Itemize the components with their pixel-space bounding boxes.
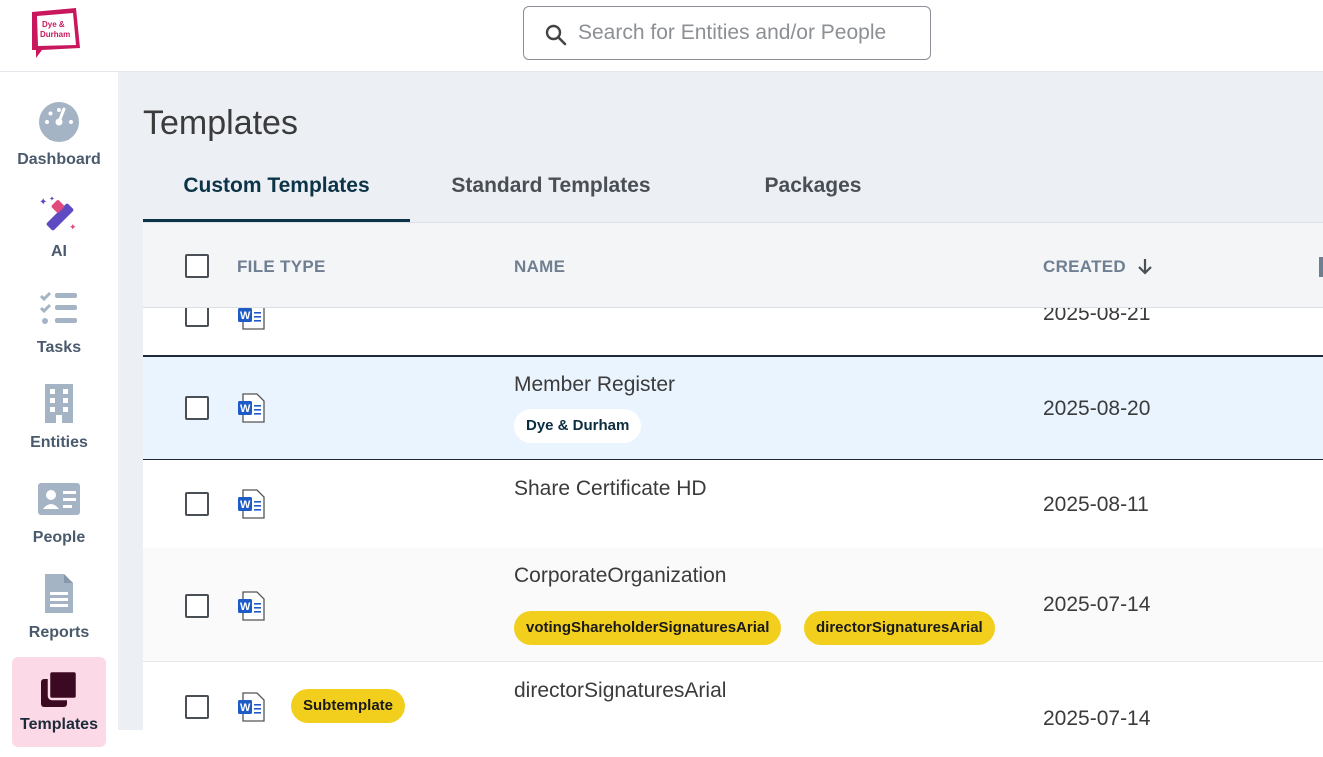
header-file-type[interactable]: FILE TYPE: [237, 257, 326, 277]
report-icon: [37, 573, 81, 617]
template-name[interactable]: Member Register: [514, 373, 675, 397]
tag-chip: directorSignaturesArial: [804, 611, 995, 645]
sidebar-item-label: AI: [51, 243, 67, 260]
sidebar-item-label: Tasks: [36, 339, 82, 356]
page-title: Templates: [143, 104, 298, 142]
table-row[interactable]: W Subtemplate directorSignaturesArial 20…: [143, 663, 1323, 730]
sidebar-item-label: Entities: [30, 434, 88, 451]
created-date: 2025-07-14: [1043, 593, 1151, 616]
created-date: 2025-08-20: [1043, 397, 1151, 420]
header-created[interactable]: CREATED: [1043, 257, 1153, 277]
sidebar-item-label: People: [32, 529, 86, 546]
table-row[interactable]: W CorporateOrganization votingShareholde…: [143, 548, 1323, 662]
svg-text:W: W: [240, 499, 251, 511]
svg-text:Durham: Durham: [40, 30, 70, 39]
dashboard-icon: [37, 100, 81, 144]
word-doc-icon: W: [238, 489, 265, 519]
ai-wand-icon: ✦ ✦ ✦: [37, 194, 81, 238]
sidebar-item-people[interactable]: People: [0, 478, 118, 568]
row-checkbox[interactable]: [185, 396, 209, 420]
created-date: 2025-07-14: [1043, 707, 1151, 730]
svg-text:W: W: [240, 702, 251, 714]
template-name[interactable]: CorporateOrganization: [514, 564, 726, 588]
svg-text:✦: ✦: [49, 195, 55, 203]
row-checkbox[interactable]: [185, 492, 209, 516]
tag-chip: Dye & Durham: [514, 409, 642, 443]
sidebar-item-tasks[interactable]: Tasks: [0, 288, 118, 378]
tasks-icon: [37, 288, 81, 332]
main-content: Templates Custom Templates Standard Temp…: [118, 72, 1323, 730]
word-doc-icon: W: [238, 591, 265, 621]
header-next-column: ▌: [1319, 257, 1323, 277]
table-row[interactable]: W 2025-08-21: [143, 300, 1323, 356]
svg-text:W: W: [240, 310, 251, 322]
dye-durham-logo[interactable]: Dye & Durham: [32, 8, 84, 58]
word-doc-icon: W: [238, 393, 265, 423]
subtemplate-badge: Subtemplate: [291, 689, 406, 723]
search-box[interactable]: [523, 6, 931, 60]
created-date: 2025-08-11: [1043, 493, 1149, 516]
header-name[interactable]: NAME: [514, 257, 565, 277]
sidebar-item-entities[interactable]: Entities: [0, 383, 118, 473]
id-card-icon: [37, 478, 81, 522]
tab-standard-templates[interactable]: Standard Templates: [417, 164, 685, 222]
sidebar-item-ai[interactable]: ✦ ✦ ✦ AI: [0, 194, 118, 284]
word-doc-icon: W: [238, 692, 265, 722]
search-input[interactable]: [578, 15, 918, 51]
template-name[interactable]: directorSignaturesArial: [514, 679, 726, 703]
templates-table: FILE TYPE NAME CREATED ▌ W 2025-08-21: [143, 222, 1323, 730]
svg-text:W: W: [240, 601, 251, 613]
row-checkbox[interactable]: [185, 594, 209, 618]
sidebar-item-dashboard[interactable]: Dashboard: [0, 100, 118, 190]
table-row[interactable]: W Member Register Dye & Durham 2025-08-2…: [143, 356, 1323, 460]
sidebar-item-label: Dashboard: [17, 151, 101, 168]
row-checkbox[interactable]: [185, 695, 209, 719]
table-row[interactable]: W Share Certificate HD 2025-08-11: [143, 460, 1323, 548]
sidebar-item-label: Reports: [28, 624, 90, 641]
sidebar-item-templates[interactable]: Templates: [0, 657, 118, 757]
sidebar-item-reports[interactable]: Reports: [0, 573, 118, 663]
header-created-label: CREATED: [1043, 257, 1127, 276]
arrow-down-icon: [1138, 259, 1152, 275]
svg-text:✦: ✦: [69, 222, 77, 232]
svg-text:Dye &: Dye &: [42, 20, 65, 29]
svg-text:W: W: [240, 403, 251, 415]
tag-chip: votingShareholderSignaturesArial: [514, 611, 782, 645]
template-name[interactable]: Share Certificate HD: [514, 477, 707, 501]
top-bar: Dye & Durham: [0, 0, 1323, 72]
templates-icon: [37, 667, 81, 711]
search-icon: [545, 24, 567, 46]
sidebar-nav: Dashboard ✦ ✦ ✦ AI Tasks Entities People…: [0, 72, 118, 747]
tab-packages[interactable]: Packages: [698, 164, 928, 222]
select-all-checkbox[interactable]: [185, 254, 209, 278]
svg-text:✦: ✦: [39, 197, 47, 208]
tab-bar: Custom Templates Standard Templates Pack…: [143, 164, 1323, 222]
table-header: FILE TYPE NAME CREATED ▌: [143, 222, 1323, 308]
building-icon: [37, 383, 81, 427]
sidebar-item-label: Templates: [20, 716, 98, 733]
tab-custom-templates[interactable]: Custom Templates: [143, 164, 410, 222]
